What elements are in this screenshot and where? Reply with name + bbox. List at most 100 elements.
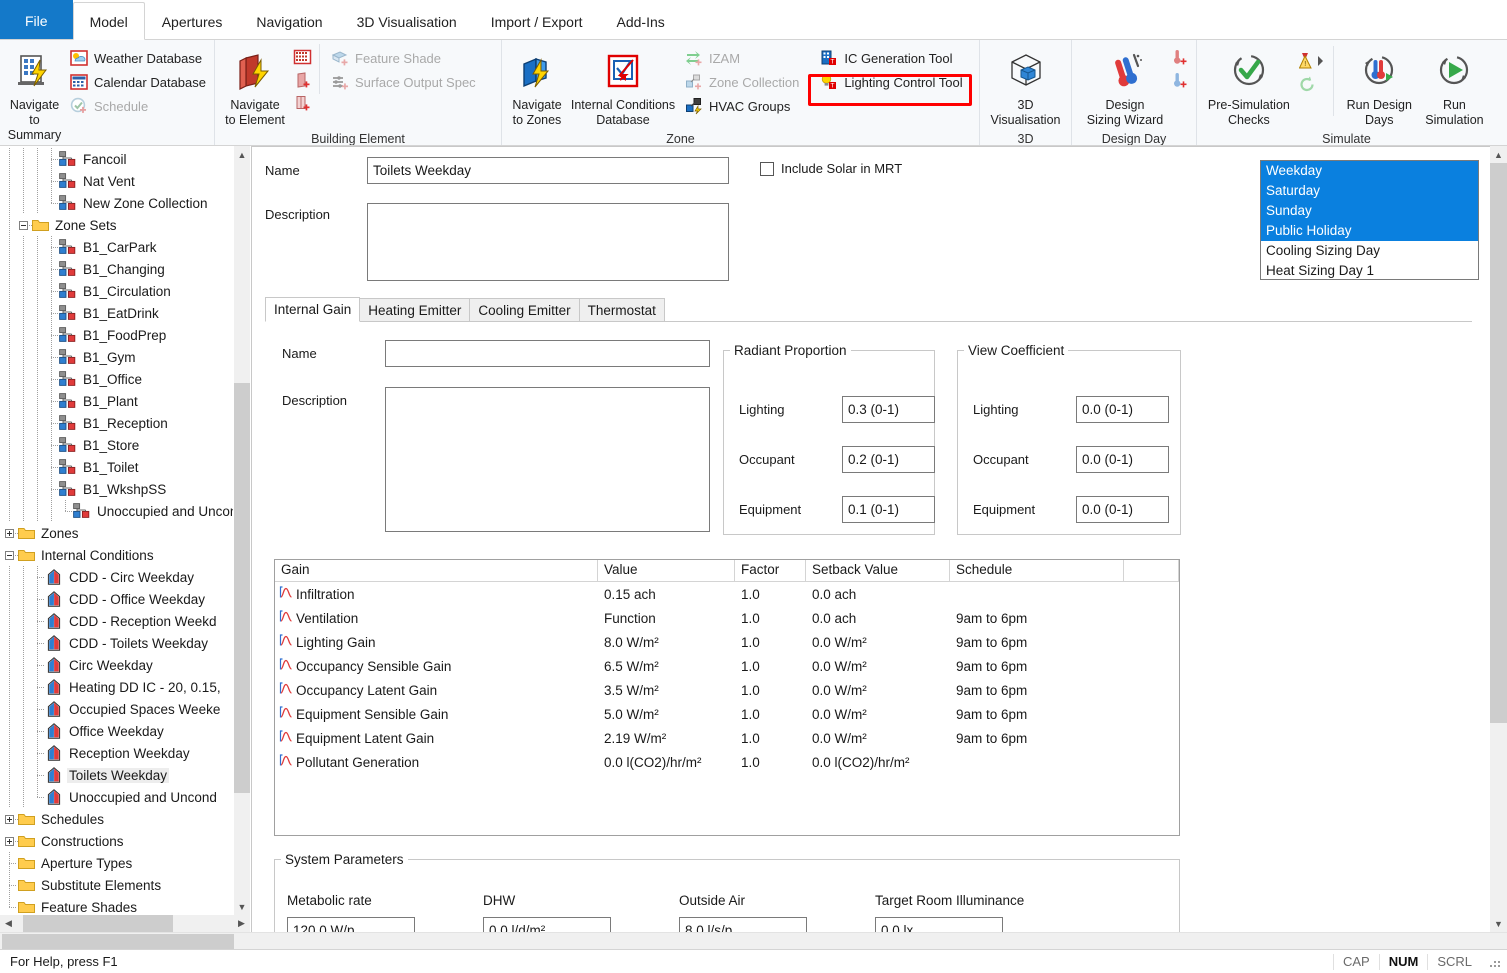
lighting-control-tool-button[interactable]: T Lighting Control Tool <box>815 70 966 94</box>
tree-item-reception-weekday[interactable]: Reception Weekday <box>0 742 233 764</box>
design-sizing-wizard-button[interactable]: Design Sizing Wizard <box>1076 44 1174 132</box>
gain-column-header-extra[interactable] <box>1124 560 1179 582</box>
tab-model[interactable]: Model <box>72 2 145 40</box>
tab-internal-gain[interactable]: Internal Gain <box>265 297 361 322</box>
tree-item-b1-store[interactable]: B1_Store <box>0 434 233 456</box>
form-scroll-down-button[interactable]: ▼ <box>1490 915 1507 932</box>
tree-vertical-scroll-thumb[interactable] <box>234 383 250 793</box>
day-type-list[interactable]: Weekday Saturday Sunday Public Holiday C… <box>1260 160 1479 280</box>
tree-item-occupied-spaces-weeke[interactable]: Occupied Spaces Weeke <box>0 698 233 720</box>
radiant-lighting-input[interactable] <box>842 396 935 423</box>
tree-item-internal-conditions[interactable]: Internal Conditions <box>0 544 233 566</box>
radiant-equipment-input[interactable] <box>842 496 935 523</box>
tree-item-b1-foodprep[interactable]: B1_FoodPrep <box>0 324 233 346</box>
form-vertical-scroll-thumb[interactable] <box>1490 163 1507 723</box>
gain-column-header-factor[interactable]: Factor <box>735 560 806 582</box>
tree-scroll-right-button[interactable]: ▶ <box>233 915 250 932</box>
cooling-design-icon[interactable] <box>1168 69 1190 91</box>
metabolic-rate-input[interactable] <box>287 917 415 932</box>
tab-thermostat[interactable]: Thermostat <box>578 298 665 322</box>
gain-description-input[interactable] <box>385 387 710 532</box>
gain-table[interactable]: Gain Value Factor Setback Value Schedule… <box>274 559 1180 836</box>
tree-scroll-up-button[interactable]: ▲ <box>234 146 250 163</box>
tab-heating-emitter[interactable]: Heating Emitter <box>359 298 471 322</box>
radiant-occupant-input[interactable] <box>842 446 935 473</box>
day-item-sunday[interactable]: Sunday <box>1261 201 1478 221</box>
gain-column-header-schedule[interactable]: Schedule <box>950 560 1124 582</box>
tree-item-office-weekday[interactable]: Office Weekday <box>0 720 233 742</box>
hvac-groups-button[interactable]: HVAC Groups <box>680 94 803 118</box>
description-input[interactable] <box>367 203 729 281</box>
tree-item-circ-weekday[interactable]: Circ Weekday <box>0 654 233 676</box>
run-simulation-button[interactable]: Run Simulation <box>1417 44 1492 132</box>
outside-air-input[interactable] <box>679 917 807 932</box>
tree-horizontal-scroll-track[interactable] <box>17 915 233 932</box>
tab-import-export[interactable]: Import / Export <box>474 2 600 40</box>
tree-item-b1-plant[interactable]: B1_Plant <box>0 390 233 412</box>
gain-table-row[interactable]: Equipment Sensible Gain 5.0 W/m² 1.0 0.0 W/… <box>275 702 1179 726</box>
navigate-to-zones-button[interactable]: Navigate to Zones <box>506 44 568 132</box>
tree-item-substitute-elements[interactable]: Substitute Elements <box>0 874 233 896</box>
tree-item-cdd-toilets-weekday[interactable]: CDD - Toilets Weekday <box>0 632 233 654</box>
internal-conditions-database-button[interactable]: Internal Conditions Database <box>568 44 678 132</box>
gain-table-row[interactable]: Equipment Latent Gain 2.19 W/m² 1.0 0.0 W/m… <box>275 726 1179 750</box>
tree-vertical-scrollbar[interactable]: ▲ ▼ <box>233 146 250 915</box>
resize-grip-icon[interactable] <box>1487 954 1503 970</box>
target-room-illuminance-input[interactable] <box>875 917 1003 932</box>
tree-scroll-down-button[interactable]: ▼ <box>234 898 250 915</box>
name-input[interactable] <box>367 157 729 184</box>
warning-icon[interactable]: ! <box>1297 50 1331 72</box>
day-item-saturday[interactable]: Saturday <box>1261 181 1478 201</box>
heating-design-icon[interactable] <box>1168 46 1190 68</box>
form-vertical-scrollbar[interactable]: ▲ ▼ <box>1490 146 1507 932</box>
tab-cooling-emitter[interactable]: Cooling Emitter <box>469 298 580 322</box>
form-vertical-scroll-track[interactable] <box>1490 163 1507 915</box>
window-horizontal-scroll-thumb[interactable] <box>2 933 234 949</box>
tree-item-toilets-weekday[interactable]: Toilets Weekday <box>0 764 233 786</box>
calendar-database-button[interactable]: Calendar Database <box>65 70 210 94</box>
view-equipment-input[interactable] <box>1076 496 1169 523</box>
day-item-heat-sizing-day-1[interactable]: Heat Sizing Day 1 <box>1261 261 1478 279</box>
tree-item-new-zone-collection[interactable]: New Zone Collection <box>0 192 233 214</box>
navigate-to-element-button[interactable]: Navigate to Element <box>219 44 291 132</box>
gain-table-row[interactable]: Occupancy Sensible Gain 6.5 W/m² 1.0 0.0 W/… <box>275 654 1179 678</box>
tree-scroll-left-button[interactable]: ◀ <box>0 915 17 932</box>
weather-database-button[interactable]: Weather Database <box>65 46 210 70</box>
tree-item-b1-changing[interactable]: B1_Changing <box>0 258 233 280</box>
pre-simulation-checks-button[interactable]: Pre-Simulation Checks <box>1201 44 1297 132</box>
tree-item-cdd-circ-weekday[interactable]: CDD - Circ Weekday <box>0 566 233 588</box>
gain-table-row[interactable]: Lighting Gain 8.0 W/m² 1.0 0.0 W/m² 9am to 6… <box>275 630 1179 654</box>
refresh-icon[interactable] <box>1297 73 1319 95</box>
tree-item-heating-dd-ic-20-0-15[interactable]: Heating DD IC - 20, 0.15, <box>0 676 233 698</box>
tree-item-cdd-office-weekday[interactable]: CDD - Office Weekday <box>0 588 233 610</box>
gain-table-row[interactable]: Pollutant Generation 0.0 l(CO2)/hr/m² 1.0 0… <box>275 750 1179 774</box>
dhw-input[interactable] <box>483 917 611 932</box>
day-item-public-holiday[interactable]: Public Holiday <box>1261 221 1478 241</box>
tree-item-b1-eatdrink[interactable]: B1_EatDrink <box>0 302 233 324</box>
tree-item-b1-wkshpss[interactable]: B1_WkshpSS <box>0 478 233 500</box>
tab-navigation[interactable]: Navigation <box>239 2 339 40</box>
day-item-cooling-sizing-day[interactable]: Cooling Sizing Day <box>1261 241 1478 261</box>
gain-table-row[interactable]: Ventilation Function 1.0 0.0 ach 9am to 6pm <box>275 606 1179 630</box>
tree-item-unoccupied-and-uncond[interactable]: Unoccupied and Uncond <box>0 786 233 808</box>
tab-file[interactable]: File <box>0 0 73 40</box>
day-item-weekday[interactable]: Weekday <box>1261 161 1478 181</box>
tree-expander-minus-icon[interactable] <box>16 214 32 236</box>
tab-3d-visualisation[interactable]: 3D Visualisation <box>340 2 474 40</box>
tree-item-constructions[interactable]: Constructions <box>0 830 233 852</box>
window-horizontal-scrollbar[interactable] <box>0 932 1507 949</box>
tree-item-schedules[interactable]: Schedules <box>0 808 233 830</box>
gain-table-row[interactable]: Occupancy Latent Gain 3.5 W/m² 1.0 0.0 W/m²… <box>275 678 1179 702</box>
navigate-to-summary-button[interactable]: Navigate to Summary <box>4 44 65 145</box>
tree-item-aperture-types[interactable]: Aperture Types <box>0 852 233 874</box>
tree-horizontal-scrollbar[interactable]: ◀ ▶ <box>0 915 250 932</box>
tree-item-zone-sets[interactable]: Zone Sets <box>0 214 233 236</box>
tree-item-cdd-reception-weekd[interactable]: CDD - Reception Weekd <box>0 610 233 632</box>
tree-item-zones[interactable]: Zones <box>0 522 233 544</box>
tree-item-b1-gym[interactable]: B1_Gym <box>0 346 233 368</box>
run-design-days-button[interactable]: Run Design Days <box>1342 44 1417 132</box>
tree-item-feature-shades[interactable]: Feature Shades <box>0 896 233 915</box>
include-solar-in-mrt-checkbox[interactable]: Include Solar in MRT <box>760 161 902 176</box>
tree-item-fancoil[interactable]: Fancoil <box>0 148 233 170</box>
wall-add-icon[interactable] <box>291 69 313 91</box>
